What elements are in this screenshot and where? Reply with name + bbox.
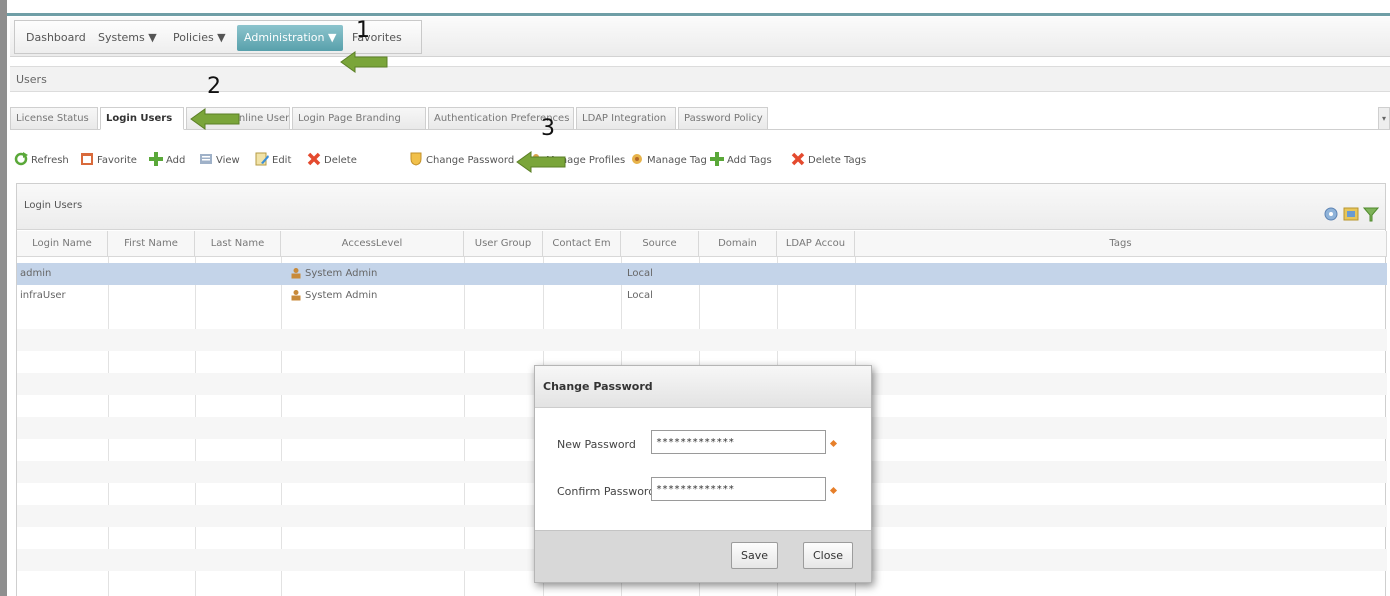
cell-source: Local — [627, 268, 653, 279]
user-icon — [291, 290, 301, 301]
delete-icon — [307, 152, 321, 166]
add-icon — [149, 152, 163, 166]
nav-dashboard[interactable]: Dashboard — [26, 29, 86, 47]
tag-icon — [632, 154, 642, 164]
required-indicator — [829, 439, 838, 448]
manage-tag-button[interactable]: Manage Tag — [630, 150, 707, 172]
dialog-footer: Save Close — [535, 530, 871, 582]
annotation-arrow-1 — [340, 51, 388, 73]
annotation-number-3: 3 — [541, 116, 555, 141]
grid-title: Login Users — [24, 200, 83, 211]
required-indicator — [829, 486, 838, 495]
close-button[interactable]: Close — [803, 542, 853, 569]
column-last-name[interactable]: Last Name — [195, 231, 281, 257]
shield-icon — [410, 152, 422, 166]
column-login-name[interactable]: Login Name — [17, 231, 108, 257]
add-button[interactable]: Add — [149, 150, 185, 172]
filter-icon[interactable] — [1363, 206, 1379, 222]
user-icon — [291, 268, 301, 279]
edit-button[interactable]: Edit — [255, 150, 291, 172]
cell-access-level: System Admin — [287, 263, 377, 285]
cell-access-level: System Admin — [287, 285, 377, 307]
top-accent-line — [7, 13, 1390, 16]
column-source[interactable]: Source — [621, 231, 699, 257]
column-tags[interactable]: Tags — [855, 231, 1387, 257]
table-row[interactable]: admin System Admin Local — [17, 263, 1387, 285]
change-password-dialog: Change Password New Password Confirm Pas… — [534, 365, 872, 583]
column-domain[interactable]: Domain — [699, 231, 777, 257]
refresh-button[interactable]: Refresh — [14, 150, 69, 172]
tab-license-status[interactable]: License Status — [10, 107, 98, 130]
cell-login-name: infraUser — [20, 290, 66, 301]
empty-row — [17, 329, 1387, 351]
annotation-arrow-2 — [190, 108, 240, 130]
cell-login-name: admin — [20, 268, 52, 279]
nav-systems[interactable]: Systems ▼ — [98, 29, 157, 47]
grid-header-bar: Login Users — [17, 184, 1385, 230]
table-row[interactable]: infraUser System Admin Local — [17, 285, 1387, 307]
dialog-title: Change Password — [535, 366, 871, 408]
tab-login-users[interactable]: Login Users — [100, 107, 184, 130]
confirm-password-field[interactable] — [651, 477, 826, 501]
delete-tags-button[interactable]: Delete Tags — [791, 150, 866, 172]
cell-source: Local — [627, 290, 653, 301]
annotation-arrow-3 — [516, 151, 566, 173]
refresh-icon — [14, 152, 28, 166]
favorite-icon — [81, 153, 93, 165]
settings-icon[interactable] — [1323, 206, 1339, 222]
tab-login-page-branding[interactable]: Login Page Branding — [292, 107, 426, 130]
toolbar: Refresh Favorite Add View Edit Delete Ch… — [10, 146, 1390, 176]
confirm-password-label: Confirm Password — [557, 485, 656, 498]
column-contact-email[interactable]: Contact Em — [543, 231, 621, 257]
nav-policies[interactable]: Policies ▼ — [173, 29, 226, 47]
edit-icon — [255, 152, 269, 166]
change-password-button[interactable]: Change Password — [409, 150, 514, 172]
tab-ldap-integration[interactable]: LDAP Integration — [576, 107, 676, 130]
annotation-number-1: 1 — [356, 18, 370, 43]
delete-button[interactable]: Delete — [307, 150, 357, 172]
new-password-field[interactable] — [651, 430, 826, 454]
window-left-edge — [0, 0, 7, 596]
nav-administration[interactable]: Administration ▼ — [237, 25, 344, 51]
export-icon[interactable] — [1343, 206, 1359, 222]
annotation-number-2: 2 — [207, 74, 221, 99]
add-icon — [710, 152, 724, 166]
column-first-name[interactable]: First Name — [108, 231, 195, 257]
tab-password-policy[interactable]: Password Policy — [678, 107, 768, 130]
add-tags-button[interactable]: Add Tags — [710, 150, 772, 172]
favorite-button[interactable]: Favorite — [80, 150, 137, 172]
view-button[interactable]: View — [199, 150, 240, 172]
column-access-level[interactable]: AccessLevel — [281, 231, 464, 257]
column-ldap-account[interactable]: LDAP Accou — [777, 231, 855, 257]
save-button[interactable]: Save — [731, 542, 779, 569]
new-password-label: New Password — [557, 438, 636, 451]
tab-scroll-button[interactable]: ▾ — [1378, 107, 1390, 130]
view-icon — [200, 154, 212, 164]
delete-icon — [791, 152, 805, 166]
column-user-group[interactable]: User Group — [464, 231, 543, 257]
main-navbar: Dashboard Systems ▼ Policies ▼ Administr… — [10, 17, 1390, 57]
